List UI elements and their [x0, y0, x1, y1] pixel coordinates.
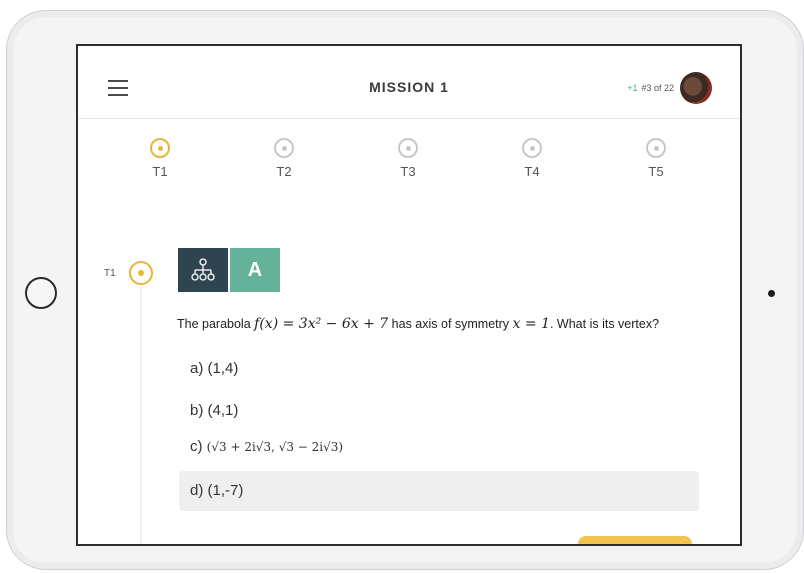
home-button[interactable] — [25, 277, 57, 309]
option-c[interactable]: c) (√3 + 2i√3, √3 − 2i√3) — [190, 438, 343, 455]
step-t3[interactable]: T3 — [346, 138, 470, 188]
rank-delta: +1 — [627, 83, 638, 93]
step-indicator-icon — [398, 138, 418, 158]
step-indicator-icon — [274, 138, 294, 158]
option-d[interactable]: d) (1,-7) — [179, 471, 699, 511]
timeline-node-icon — [129, 261, 153, 285]
step-t5[interactable]: T5 — [594, 138, 718, 188]
option-a[interactable]: a) (1,4) — [190, 360, 238, 377]
avatar[interactable] — [680, 72, 712, 104]
step-t4[interactable]: T4 — [470, 138, 594, 188]
header-bar: MISSION 1 +1 #3 of 22 — [78, 46, 740, 119]
submit-button[interactable] — [578, 536, 692, 544]
option-b[interactable]: b) (4,1) — [190, 402, 238, 419]
step-indicator-icon — [522, 138, 542, 158]
question-prefix: The parabola — [177, 317, 251, 331]
step-t1[interactable]: T1 — [98, 138, 222, 188]
step-label: T2 — [276, 164, 292, 179]
step-label: T1 — [152, 164, 168, 179]
question-function: f(x) = 3x² − 6x + 7 — [254, 316, 389, 332]
level-badge: A — [230, 248, 280, 292]
step-indicator-icon — [646, 138, 666, 158]
timeline-label: T1 — [104, 268, 116, 279]
question-axis: x = 1 — [512, 316, 550, 332]
question-suffix: . What is its vertex? — [549, 317, 660, 331]
app-screen: MISSION 1 +1 #3 of 22 T1 T2 T3 T4 T5 T1 — [76, 44, 742, 546]
question-text: The parabola f(x) = 3x² − 6x + 7 has axi… — [177, 316, 737, 332]
option-c-label: (√3 + 2i√3, √3 − 2i√3) — [206, 440, 344, 454]
task-stepper: T1 T2 T3 T4 T5 — [98, 138, 718, 188]
step-label: T3 — [400, 164, 416, 179]
camera-dot — [768, 290, 775, 297]
option-c-prefix: c) — [190, 438, 203, 455]
step-label: T4 — [524, 164, 540, 179]
hierarchy-icon — [178, 248, 228, 292]
rank-text: #3 of 22 — [641, 83, 674, 93]
step-indicator-icon — [150, 138, 170, 158]
step-label: T5 — [648, 164, 664, 179]
question-middle: has axis of symmetry — [391, 317, 510, 331]
step-t2[interactable]: T2 — [222, 138, 346, 188]
timeline-line — [140, 286, 142, 544]
rank-area: +1 #3 of 22 — [627, 72, 712, 104]
